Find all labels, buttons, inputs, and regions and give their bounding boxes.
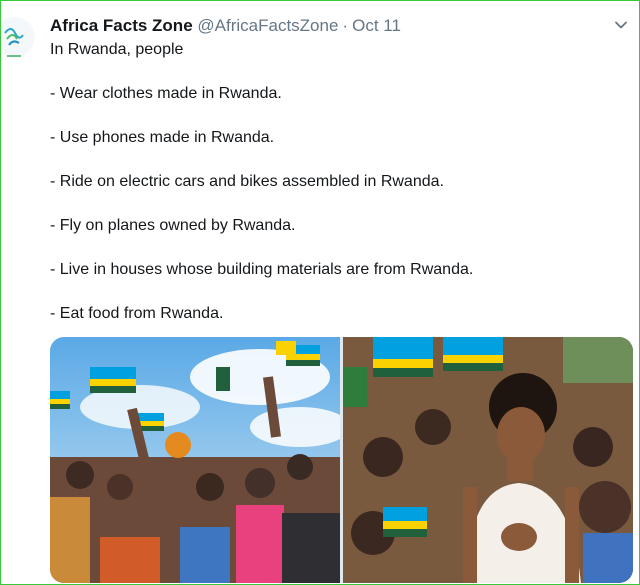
tweet-line-gap	[50, 281, 629, 303]
avatar[interactable]	[1, 15, 41, 69]
tweet-card[interactable]: Africa Facts Zone @AfricaFactsZone · Oct 1…	[0, 0, 640, 585]
tweet-header: Africa Facts Zone @AfricaFactsZone · Oct 1…	[50, 15, 629, 39]
tweet-line: - Eat food from Rwanda.	[50, 305, 224, 322]
tweet-line-gap	[50, 237, 629, 259]
tweet-line: - Wear clothes made in Rwanda.	[50, 85, 282, 102]
tweet-line: - Use phones made in Rwanda.	[50, 129, 275, 146]
tweet-line: - Fly on planes owned by Rwanda.	[50, 217, 296, 234]
tweet-line: In Rwanda, people	[50, 41, 184, 58]
tweet-text: In Rwanda, people - Wear clothes made in …	[50, 39, 629, 325]
tweet-line: - Ride on electric cars and bikes assemb…	[50, 173, 444, 190]
chevron-down-icon[interactable]	[613, 17, 629, 33]
tweet-media[interactable]	[50, 337, 633, 583]
tweet-photo-right[interactable]	[343, 337, 633, 583]
tweet-line: - Live in houses whose building material…	[50, 261, 474, 278]
separator-dot: ·	[342, 16, 349, 35]
tweet-line-gap	[50, 193, 629, 215]
author-handle[interactable]: @AfricaFactsZone	[197, 16, 338, 35]
author-name[interactable]: Africa Facts Zone	[50, 16, 193, 35]
tweet-photo-left[interactable]	[50, 337, 340, 583]
tweet-line-gap	[50, 149, 629, 171]
tweet-line-gap	[50, 61, 629, 83]
tweet-line-gap	[50, 105, 629, 127]
tweet-date[interactable]: Oct 11	[352, 16, 401, 35]
